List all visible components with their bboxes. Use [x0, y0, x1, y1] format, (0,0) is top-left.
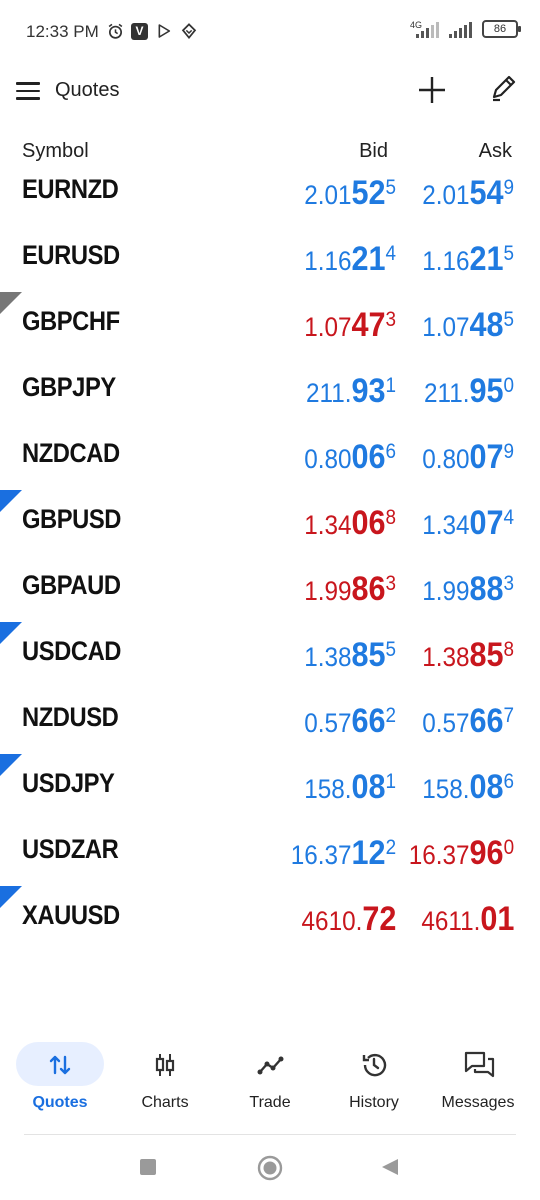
bid-price: 211.931	[305, 372, 396, 410]
quote-row[interactable]: USDZAR 16.37122 16.37960	[0, 820, 540, 886]
ask-price: 16.37960	[408, 834, 514, 872]
ask-price: 158.086	[422, 768, 514, 806]
bid-price: 1.34068	[304, 504, 396, 542]
ask-price: 0.80079	[422, 438, 514, 476]
page-title: Quotes	[55, 79, 120, 101]
ask-price: 4611.01	[420, 900, 514, 938]
ask-price: 2.01549	[422, 174, 514, 212]
quote-row[interactable]: NZDCAD 0.80066 0.80079	[0, 424, 540, 490]
quote-symbol: XAUUSD	[22, 900, 120, 930]
quote-row[interactable]: GBPCHF 1.07473 1.07485	[0, 292, 540, 358]
status-time: 12:33 PM	[26, 22, 99, 41]
home-circle-icon[interactable]	[257, 1155, 283, 1185]
edit-icon[interactable]	[488, 74, 520, 106]
recents-square-icon[interactable]	[139, 1158, 157, 1180]
bid-price: 1.99863	[304, 570, 396, 608]
system-status-icons: 86	[416, 20, 521, 38]
quote-symbol: GBPUSD	[22, 504, 122, 534]
ask-price: 1.16215	[422, 240, 514, 278]
quote-symbol: NZDUSD	[22, 702, 119, 732]
notification-icons: V	[106, 22, 198, 40]
ask-price: 211.950	[423, 372, 514, 410]
nav-quotes[interactable]: Quotes	[8, 1042, 112, 1122]
nav-history[interactable]: History	[322, 1042, 426, 1122]
quote-symbol: USDZAR	[22, 834, 119, 864]
quote-row[interactable]: GBPJPY 211.931 211.950	[0, 358, 540, 424]
row-flag	[0, 292, 22, 314]
quote-row[interactable]: EURNZD 2.01525 2.01549	[0, 160, 540, 226]
status-bar: 12:33 PM V 4G 86	[0, 0, 540, 64]
ask-price: 1.99883	[422, 570, 514, 608]
nav-divider	[24, 1134, 516, 1135]
quote-row[interactable]: XAUUSD 4610.72 4611.01	[0, 886, 540, 952]
ask-price: 0.57667	[422, 702, 514, 740]
nav-messages[interactable]: Messages	[426, 1042, 530, 1122]
row-flag	[0, 490, 22, 512]
quote-symbol: GBPAUD	[22, 570, 121, 600]
quote-row[interactable]: NZDUSD 0.57662 0.57667	[0, 688, 540, 754]
signal-icon	[416, 22, 439, 38]
charts-candles-icon	[150, 1050, 180, 1080]
bid-price: 1.16214	[304, 240, 396, 278]
ask-price: 1.07485	[422, 306, 514, 344]
bid-price: 0.80066	[304, 438, 396, 476]
quote-symbol: USDCAD	[22, 636, 122, 666]
add-icon[interactable]	[416, 74, 448, 106]
location-app-icon	[180, 22, 198, 40]
bid-price: 158.081	[304, 768, 396, 806]
battery-icon: 86	[482, 20, 521, 38]
quote-row[interactable]: EURUSD 1.16214 1.16215	[0, 226, 540, 292]
quote-row[interactable]: GBPUSD 1.34068 1.34074	[0, 490, 540, 556]
quote-symbol: EURNZD	[22, 174, 119, 204]
nav-charts[interactable]: Charts	[113, 1042, 217, 1122]
quote-symbol: USDJPY	[22, 768, 115, 798]
alarm-icon	[106, 22, 124, 40]
bid-price: 2.01525	[304, 174, 396, 212]
history-clock-icon	[359, 1050, 389, 1080]
app-bar: Quotes	[0, 64, 540, 120]
nav-label: Trade	[249, 1094, 291, 1111]
quotes-arrows-icon	[45, 1050, 75, 1080]
trade-line-icon	[255, 1050, 285, 1080]
ask-price: 1.38858	[422, 636, 514, 674]
signal-icon-2	[449, 22, 472, 38]
quotes-list: EURNZD 2.01525 2.01549 EURUSD 1.16214 1.1621…	[0, 160, 540, 952]
v-app-icon: V	[131, 22, 148, 40]
quote-symbol: GBPCHF	[22, 306, 120, 336]
ask-price: 1.34074	[422, 504, 514, 542]
quote-symbol: GBPJPY	[22, 372, 116, 402]
play-store-icon	[155, 22, 173, 40]
quote-symbol: NZDCAD	[22, 438, 120, 468]
system-nav-bar	[0, 1140, 540, 1200]
nav-label: Charts	[141, 1094, 189, 1111]
nav-label: Quotes	[32, 1094, 88, 1111]
row-flag	[0, 886, 22, 908]
nav-label: Messages	[441, 1094, 515, 1111]
bottom-nav: Quotes Charts Trade History Messages	[0, 1036, 540, 1126]
bid-price: 1.07473	[304, 306, 396, 344]
quote-row[interactable]: USDJPY 158.081 158.086	[0, 754, 540, 820]
bid-price: 4610.72	[301, 900, 396, 938]
bid-price: 1.38855	[304, 636, 396, 674]
nav-label: History	[349, 1094, 399, 1111]
row-flag	[0, 754, 22, 776]
menu-icon[interactable]	[16, 82, 40, 102]
back-triangle-icon[interactable]	[381, 1158, 399, 1180]
bid-price: 0.57662	[304, 702, 396, 740]
quote-symbol: EURUSD	[22, 240, 120, 270]
quote-row[interactable]: USDCAD 1.38855 1.38858	[0, 622, 540, 688]
messages-chat-icon	[463, 1050, 495, 1080]
quote-row[interactable]: GBPAUD 1.99863 1.99883	[0, 556, 540, 622]
bid-price: 16.37122	[290, 834, 396, 872]
row-flag	[0, 622, 22, 644]
nav-trade[interactable]: Trade	[218, 1042, 322, 1122]
